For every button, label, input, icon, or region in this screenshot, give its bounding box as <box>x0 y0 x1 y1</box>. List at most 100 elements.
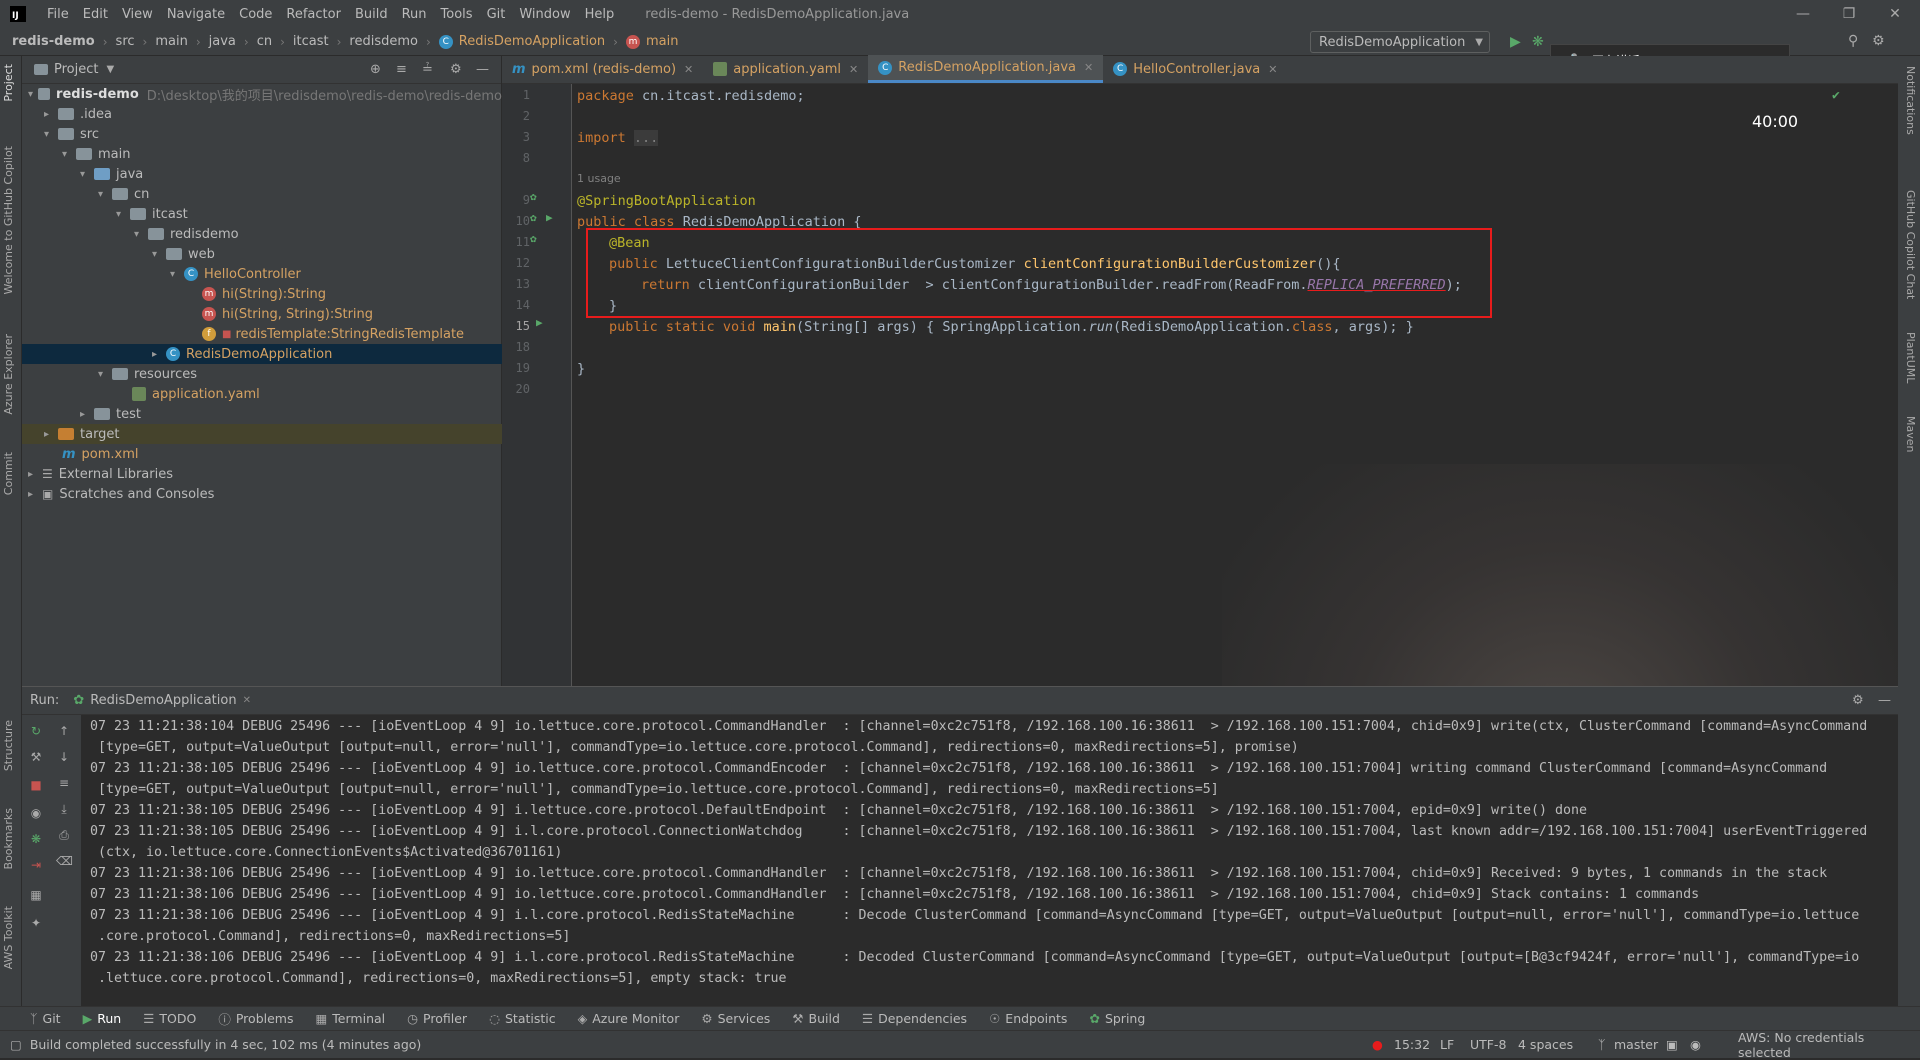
tree-item-external-libraries[interactable]: ▸ ☰ External Libraries <box>22 464 502 484</box>
usages-hint[interactable]: 1 usage <box>577 172 621 185</box>
breadcrumb-cn[interactable]: cn <box>257 34 272 49</box>
tool-tab-azure-explorer[interactable]: Azure Explorer <box>2 334 15 415</box>
breadcrumb-src[interactable]: src <box>116 34 135 49</box>
tree-item-idea[interactable]: ▸ .idea <box>22 104 502 124</box>
tab-spring[interactable]: ✿ Spring <box>1089 1011 1145 1026</box>
folded-imports[interactable]: ... <box>633 130 659 146</box>
menu-build[interactable]: Build <box>348 7 395 22</box>
tree-item-method-hi[interactable]: m hi(String):String <box>22 284 502 304</box>
pin-icon[interactable]: ✦ <box>28 915 44 931</box>
caret-position[interactable]: 15:32 <box>1394 1037 1430 1052</box>
run-gutter-icon[interactable]: ▶ <box>546 211 553 224</box>
tool-tab-structure[interactable]: Structure <box>2 720 15 771</box>
tree-item-target[interactable]: ▸ target <box>22 424 502 444</box>
close-icon[interactable]: ✕ <box>1084 61 1093 74</box>
tree-item-field-redistemplate[interactable]: f ■ redisTemplate:StringRedisTemplate <box>22 324 502 344</box>
breadcrumb-class[interactable]: RedisDemoApplication <box>459 34 605 49</box>
menu-edit[interactable]: Edit <box>76 7 115 22</box>
tab-redisdemoapplication[interactable]: C RedisDemoApplication.java ✕ <box>868 55 1104 83</box>
breadcrumb-itcast[interactable]: itcast <box>293 34 329 49</box>
file-encoding[interactable]: UTF-8 <box>1470 1037 1506 1052</box>
tree-item-redis-demo[interactable]: ▾ redis-demo D:\desktop\我的项目\redisdemo\r… <box>22 84 502 104</box>
tab-git[interactable]: ᛉ Git <box>30 1011 61 1026</box>
wrench-icon[interactable]: ⚒ <box>28 749 44 765</box>
tool-tab-copilot-welcome[interactable]: Welcome to GitHub Copilot <box>2 146 15 295</box>
tab-terminal[interactable]: ▦ Terminal <box>315 1011 385 1026</box>
layout-icon[interactable]: ▦ <box>28 887 44 903</box>
run-tab[interactable]: RedisDemoApplication <box>90 693 236 708</box>
debug-icon[interactable]: ❋ <box>28 831 44 847</box>
tab-pom[interactable]: m pom.xml (redis-demo) ✕ <box>502 55 703 83</box>
camera-icon[interactable]: ◉ <box>28 805 44 821</box>
menu-git[interactable]: Git <box>480 7 513 22</box>
close-icon[interactable]: ✕ <box>849 63 858 76</box>
menu-help[interactable]: Help <box>578 7 622 22</box>
trash-icon[interactable]: ⌫ <box>56 853 73 869</box>
run-config-select[interactable]: RedisDemoApplication ▼ <box>1310 31 1490 53</box>
tree-item-method-hi2[interactable]: m hi(String, String):String <box>22 304 502 324</box>
tab-dependencies[interactable]: ☰ Dependencies <box>862 1011 967 1026</box>
run-gutter-icon[interactable]: ▶ <box>536 316 543 329</box>
menu-code[interactable]: Code <box>232 7 279 22</box>
rerun-icon[interactable]: ↻ <box>28 723 44 739</box>
exit-icon[interactable]: ⇥ <box>28 857 44 873</box>
menu-run[interactable]: Run <box>395 7 434 22</box>
tree-item-hellocontroller[interactable]: ▾ C HelloController <box>22 264 502 284</box>
gear-icon[interactable]: ⚙ <box>1852 693 1864 708</box>
tab-todo[interactable]: ☰ TODO <box>143 1011 196 1026</box>
restore-icon[interactable]: ❐ <box>1826 0 1872 28</box>
breadcrumb-project[interactable]: redis-demo <box>12 34 95 49</box>
tool-tab-bookmarks[interactable]: Bookmarks <box>2 808 15 869</box>
locate-icon[interactable]: ⊕ <box>370 62 381 77</box>
tab-hellocontroller[interactable]: C HelloController.java ✕ <box>1103 55 1287 83</box>
debug-icon[interactable]: ❋ <box>1532 34 1544 50</box>
stop-icon[interactable]: ■ <box>28 777 44 793</box>
menu-file[interactable]: File <box>40 7 76 22</box>
aws-status[interactable]: AWS: No credentials selected <box>1738 1030 1920 1060</box>
gear-icon[interactable]: ⚙ <box>1872 33 1885 49</box>
tab-application-yaml[interactable]: application.yaml ✕ <box>703 55 868 83</box>
close-icon[interactable]: ✕ <box>1872 0 1918 28</box>
breadcrumb-java[interactable]: java <box>209 34 236 49</box>
tree-item-src[interactable]: ▾ src <box>22 124 502 144</box>
menu-view[interactable]: View <box>115 7 160 22</box>
tab-services[interactable]: ⚙ Services <box>701 1011 770 1026</box>
project-title[interactable]: Project <box>54 62 98 77</box>
tree-item-redisdemo[interactable]: ▾ redisdemo <box>22 224 502 244</box>
print-icon[interactable]: ⎙ <box>56 827 72 843</box>
tree-item-cn[interactable]: ▾ cn <box>22 184 502 204</box>
tree-item-web[interactable]: ▾ web <box>22 244 502 264</box>
menu-refactor[interactable]: Refactor <box>279 7 348 22</box>
tree-item-application-yaml[interactable]: application.yaml <box>22 384 502 404</box>
hide-icon[interactable]: — <box>1878 693 1891 708</box>
scroll-end-icon[interactable]: ⤓ <box>56 801 72 817</box>
tool-tab-copilot-chat[interactable]: GitHub Copilot Chat <box>1904 190 1917 299</box>
menu-navigate[interactable]: Navigate <box>160 7 232 22</box>
gear-icon[interactable]: ⚙ <box>450 62 462 77</box>
soft-wrap-icon[interactable]: ≡ <box>56 775 72 791</box>
tree-item-itcast[interactable]: ▾ itcast <box>22 204 502 224</box>
tool-tab-aws-toolkit[interactable]: AWS Toolkit <box>2 906 15 969</box>
spring-bean-icon[interactable]: ✿ <box>530 211 537 224</box>
down-icon[interactable]: ↓ <box>56 749 72 765</box>
menu-tools[interactable]: Tools <box>434 7 480 22</box>
code-editor[interactable]: 1 2 3 8 9 10 11 12 13 14 15 18 19 20 ✿ ✿… <box>502 84 1898 686</box>
menu-window[interactable]: Window <box>512 7 577 22</box>
tab-problems[interactable]: ⓘ Problems <box>218 1009 293 1028</box>
breadcrumb-redisdemo[interactable]: redisdemo <box>349 34 418 49</box>
tool-tab-maven[interactable]: Maven <box>1904 416 1917 452</box>
close-icon[interactable]: ✕ <box>1268 63 1277 76</box>
tab-profiler[interactable]: ◷ Profiler <box>407 1011 467 1026</box>
chevron-down-icon[interactable]: ▼ <box>106 64 114 75</box>
close-icon[interactable]: ✕ <box>243 695 251 706</box>
tool-tab-plantuml[interactable]: PlantUML <box>1904 332 1917 383</box>
spring-bean-icon[interactable]: ✿ <box>530 190 537 203</box>
search-icon[interactable]: ⚲ <box>1848 33 1858 49</box>
expand-all-icon[interactable]: ≡ <box>396 62 407 77</box>
tool-tab-project[interactable]: Project <box>2 64 15 102</box>
breadcrumb-method[interactable]: main <box>646 34 678 49</box>
collapse-all-icon[interactable]: ≟ <box>422 62 433 77</box>
tree-item-pom[interactable]: m pom.xml <box>22 444 502 464</box>
tab-run[interactable]: ▶ Run <box>83 1011 122 1026</box>
breadcrumb-main[interactable]: main <box>155 34 187 49</box>
